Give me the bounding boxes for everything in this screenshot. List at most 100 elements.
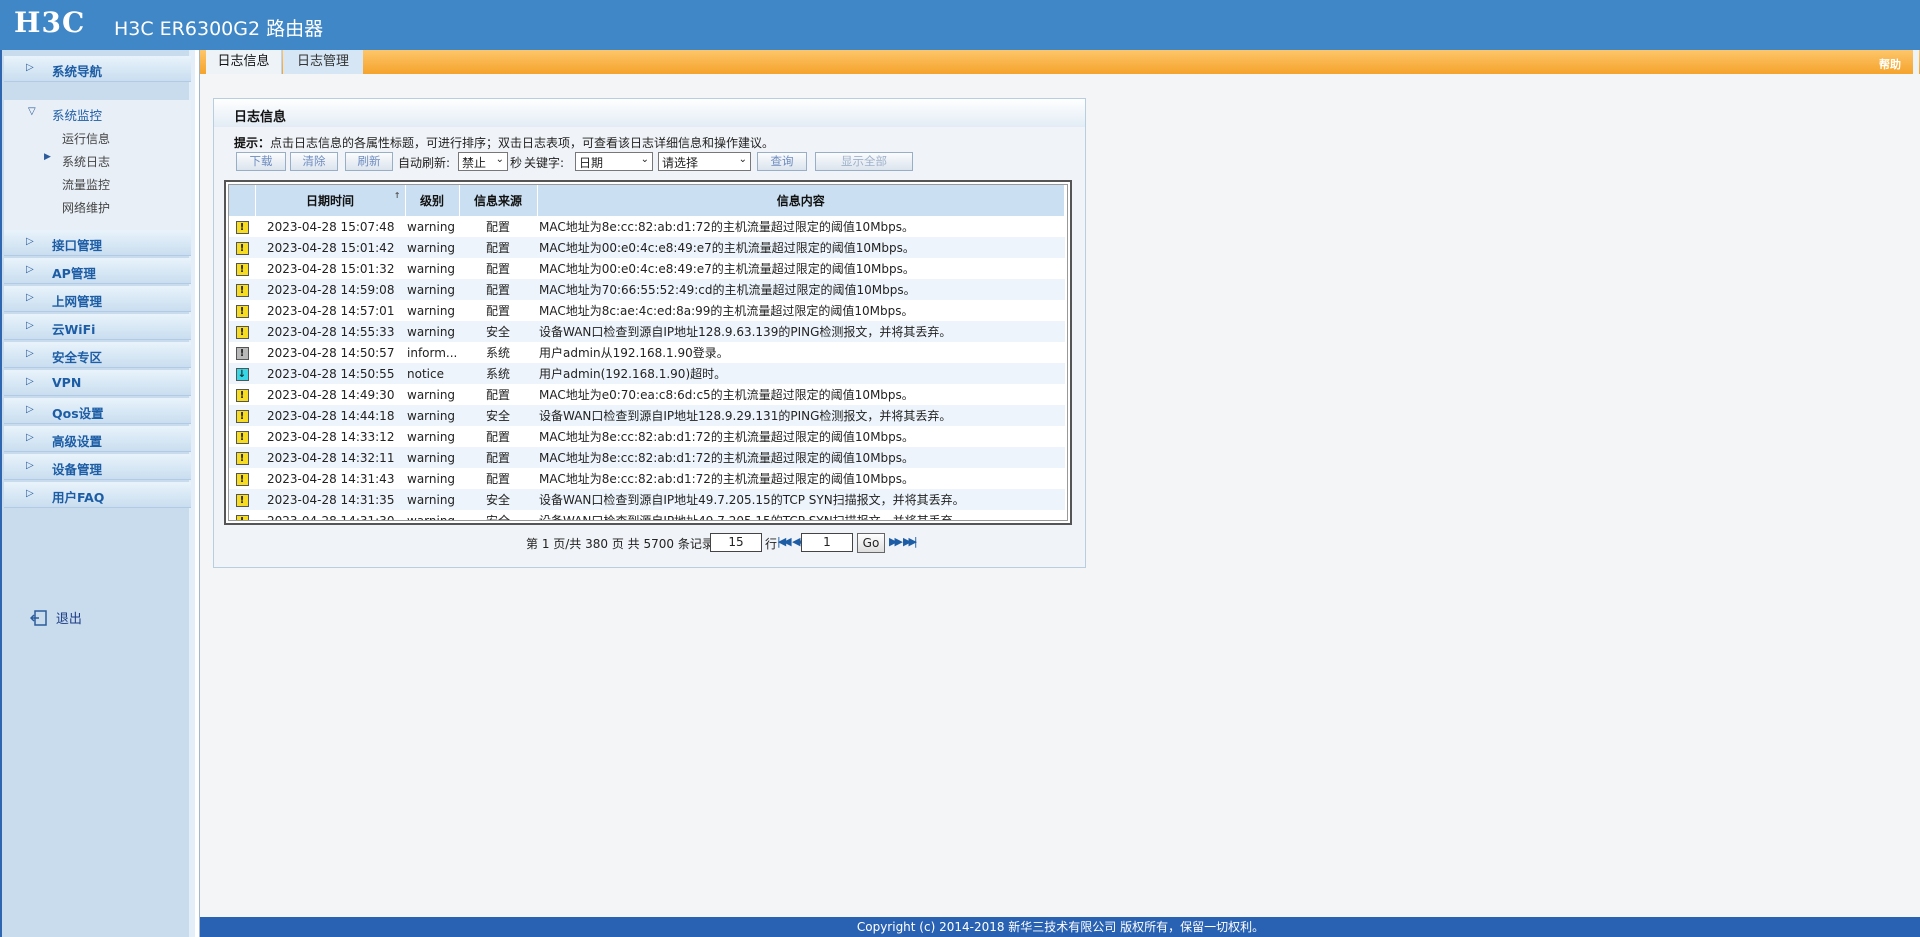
log-table-frame: 日期时间 ↑ 级别 信息来源 信息内容 ! 2023-04-28 15:07:48… bbox=[224, 180, 1072, 525]
sidebar-item-device[interactable]: ▷ 设备管理 bbox=[4, 454, 191, 480]
content-cell: MAC地址为8e:cc:82:ab:d1:72的主机流量超过限定的阈值10Mbp… bbox=[537, 426, 1065, 447]
level-cell: warning bbox=[405, 468, 459, 489]
active-marker-icon: ▶ bbox=[44, 152, 51, 162]
logout-button[interactable]: 退出 bbox=[29, 608, 82, 627]
refresh-button[interactable]: 刷新 bbox=[345, 152, 393, 171]
sidebar-item-security[interactable]: ▷ 安全专区 bbox=[4, 342, 191, 368]
table-row[interactable]: ↓ 2023-04-28 14:50:55 notice 系统 用户admin(192.… bbox=[229, 363, 1065, 384]
datetime-cell: 2023-04-28 14:55:33 bbox=[255, 321, 405, 342]
sidebar-item-label: 设备管理 bbox=[52, 462, 103, 477]
warning-icon: ! bbox=[235, 283, 249, 297]
row-unit-label: 行 bbox=[765, 537, 778, 551]
tab-log-management[interactable]: 日志管理 bbox=[283, 50, 363, 74]
tab-log-info[interactable]: 日志信息 bbox=[206, 50, 282, 74]
log-table: 日期时间 ↑ 级别 信息来源 信息内容 ! 2023-04-28 15:07:48… bbox=[229, 185, 1065, 520]
table-row[interactable]: ! 2023-04-28 15:07:48 warning 配置 MAC地址为8e:cc… bbox=[229, 216, 1065, 237]
auto-refresh-select[interactable]: 禁止 ⌄ bbox=[458, 152, 508, 171]
sidebar-subitem-traffic-monitor[interactable]: 流量监控 bbox=[62, 176, 110, 193]
table-row[interactable]: ! 2023-04-28 14:33:12 warning 配置 MAC地址为8e:cc… bbox=[229, 426, 1065, 447]
table-row[interactable]: ! 2023-04-28 14:32:11 warning 配置 MAC地址为8e:cc… bbox=[229, 447, 1065, 468]
warning-icon: ! bbox=[235, 388, 249, 402]
content-cell: 设备WAN口检查到源自IP地址49.7.205.15的TCP SYN扫描报文，并… bbox=[537, 489, 1065, 510]
show-all-button[interactable]: 显示全部 bbox=[815, 152, 913, 171]
severity-cell: ! bbox=[229, 279, 255, 300]
clear-button[interactable]: 清除 bbox=[290, 152, 338, 171]
table-row[interactable]: ! 2023-04-28 14:55:33 warning 安全 设备WAN口检查到源自… bbox=[229, 321, 1065, 342]
sidebar-item-vpn[interactable]: ▷ VPN bbox=[4, 370, 191, 396]
severity-cell: ↓ bbox=[229, 363, 255, 384]
content-cell: MAC地址为00:e0:4c:e8:49:e7的主机流量超过限定的阈值10Mbp… bbox=[537, 237, 1065, 258]
per-page-input[interactable]: 15 bbox=[710, 533, 762, 552]
tab-bar: 日志信息 日志管理 帮助 bbox=[200, 50, 1920, 74]
level-cell: warning bbox=[405, 405, 459, 426]
level-cell: warning bbox=[405, 489, 459, 510]
table-row[interactable]: ! 2023-04-28 14:44:18 warning 安全 设备WAN口检查到源自… bbox=[229, 405, 1065, 426]
sidebar-item-interface[interactable]: ▷ 接口管理 bbox=[4, 230, 191, 256]
datetime-cell: 2023-04-28 14:32:11 bbox=[255, 447, 405, 468]
sidebar-item-label: 接口管理 bbox=[52, 238, 103, 253]
source-cell: 配置 bbox=[459, 279, 537, 300]
content-cell: MAC地址为8e:cc:82:ab:d1:72的主机流量超过限定的阈值10Mbp… bbox=[537, 216, 1065, 237]
sidebar-item-cloud-wifi[interactable]: ▷ 云WiFi bbox=[4, 314, 191, 340]
expand-arrow-icon: ▷ bbox=[26, 236, 34, 247]
auto-refresh-value: 禁止 bbox=[462, 156, 487, 170]
table-row[interactable]: ! 2023-04-28 14:59:08 warning 配置 MAC地址为70:66… bbox=[229, 279, 1065, 300]
col-header-icon[interactable] bbox=[229, 185, 256, 216]
first-page-icon[interactable]: |◀◀ bbox=[777, 535, 792, 548]
severity-cell: ! bbox=[229, 300, 255, 321]
col-header-content[interactable]: 信息内容 bbox=[537, 185, 1065, 216]
table-row[interactable]: ! 2023-04-28 14:50:57 inform... 系统 用户admin从1… bbox=[229, 342, 1065, 363]
table-row[interactable]: ! 2023-04-28 15:01:32 warning 配置 MAC地址为00:e0… bbox=[229, 258, 1065, 279]
table-row[interactable]: ! 2023-04-28 14:31:30 warning 安全 设备WAN口检查到源自… bbox=[229, 510, 1065, 520]
log-table-scroll[interactable]: 日期时间 ↑ 级别 信息来源 信息内容 ! 2023-04-28 15:07:48… bbox=[228, 184, 1068, 521]
keyword-field-select[interactable]: 日期 ⌄ bbox=[575, 152, 653, 171]
device-model-title: H3C ER6300G2 路由器 bbox=[114, 18, 324, 40]
sidebar-item-system-navigation[interactable]: ▷ 系统导航 bbox=[4, 56, 191, 82]
main-content: 日志信息 日志管理 帮助 日志信息 提示：点击日志信息的各属性标题，可进行排序；… bbox=[199, 50, 1920, 937]
col-header-source[interactable]: 信息来源 bbox=[459, 185, 538, 216]
page-number-input[interactable]: 1 bbox=[801, 533, 853, 552]
top-header: H3C H3C ER6300G2 路由器 bbox=[0, 0, 1920, 50]
sidebar-item-qos[interactable]: ▷ Qos设置 bbox=[4, 398, 191, 424]
source-cell: 配置 bbox=[459, 216, 537, 237]
severity-cell: ! bbox=[229, 258, 255, 279]
table-row[interactable]: ! 2023-04-28 14:31:43 warning 配置 MAC地址为8e:cc… bbox=[229, 468, 1065, 489]
next-page-icon[interactable]: ▶▶ bbox=[889, 535, 903, 548]
source-cell: 配置 bbox=[459, 237, 537, 258]
content-cell: 设备WAN口检查到源自IP地址49.7.205.15的TCP SYN扫描报文，并… bbox=[537, 510, 1065, 520]
col-header-label: 日期时间 bbox=[305, 194, 354, 208]
table-row[interactable]: ! 2023-04-28 14:49:30 warning 配置 MAC地址为e0:70… bbox=[229, 384, 1065, 405]
log-toolbar: 下载 清除 刷新 自动刷新: 禁止 ⌄ 秒 关键字: 日期 ⌄ 请选择 ⌄ 查询… bbox=[236, 152, 1086, 174]
chevron-down-icon: ⌄ bbox=[640, 154, 649, 165]
expand-arrow-icon: ▷ bbox=[26, 404, 34, 415]
sidebar-item-faq[interactable]: ▷ 用户FAQ bbox=[4, 482, 191, 508]
help-link[interactable]: 帮助 bbox=[1879, 56, 1901, 72]
sidebar-item-advanced[interactable]: ▷ 高级设置 bbox=[4, 426, 191, 452]
keyword-value-select[interactable]: 请选择 ⌄ bbox=[658, 152, 751, 171]
sidebar-subitem-runtime-info[interactable]: 运行信息 bbox=[62, 130, 110, 147]
sidebar-item-label: VPN bbox=[52, 375, 82, 390]
sidebar-item-label: 系统导航 bbox=[52, 64, 103, 79]
last-page-icon[interactable]: ▶▶| bbox=[903, 535, 918, 548]
sidebar-item-ap[interactable]: ▷ AP管理 bbox=[4, 258, 191, 284]
col-header-datetime[interactable]: 日期时间 ↑ bbox=[255, 185, 406, 216]
table-row[interactable]: ! 2023-04-28 15:01:42 warning 配置 MAC地址为00:e0… bbox=[229, 237, 1065, 258]
copyright-footer: Copyright (c) 2014-2018 新华三技术有限公司 版权所有，保… bbox=[200, 917, 1920, 937]
logout-icon bbox=[29, 609, 48, 626]
source-cell: 安全 bbox=[459, 510, 537, 520]
sidebar-item-internet[interactable]: ▷ 上网管理 bbox=[4, 286, 191, 312]
download-button[interactable]: 下载 bbox=[236, 152, 286, 171]
query-button[interactable]: 查询 bbox=[757, 152, 807, 171]
expand-arrow-icon: ▷ bbox=[26, 348, 34, 359]
source-cell: 系统 bbox=[459, 363, 537, 384]
sidebar-subitem-network-maintenance[interactable]: 网络维护 bbox=[62, 199, 110, 216]
col-header-level[interactable]: 级别 bbox=[405, 185, 460, 216]
go-button[interactable]: Go bbox=[857, 533, 885, 553]
sidebar-item-system-monitor[interactable]: ▽ 系统监控 bbox=[4, 102, 191, 124]
sidebar-subitem-system-log[interactable]: 系统日志 bbox=[62, 153, 110, 170]
table-row[interactable]: ! 2023-04-28 14:57:01 warning 配置 MAC地址为8c:ae… bbox=[229, 300, 1065, 321]
level-cell: warning bbox=[405, 258, 459, 279]
datetime-cell: 2023-04-28 14:57:01 bbox=[255, 300, 405, 321]
content-cell: MAC地址为e0:70:ea:c8:6d:c5的主机流量超过限定的阈值10Mbp… bbox=[537, 384, 1065, 405]
table-row[interactable]: ! 2023-04-28 14:31:35 warning 安全 设备WAN口检查到源自… bbox=[229, 489, 1065, 510]
